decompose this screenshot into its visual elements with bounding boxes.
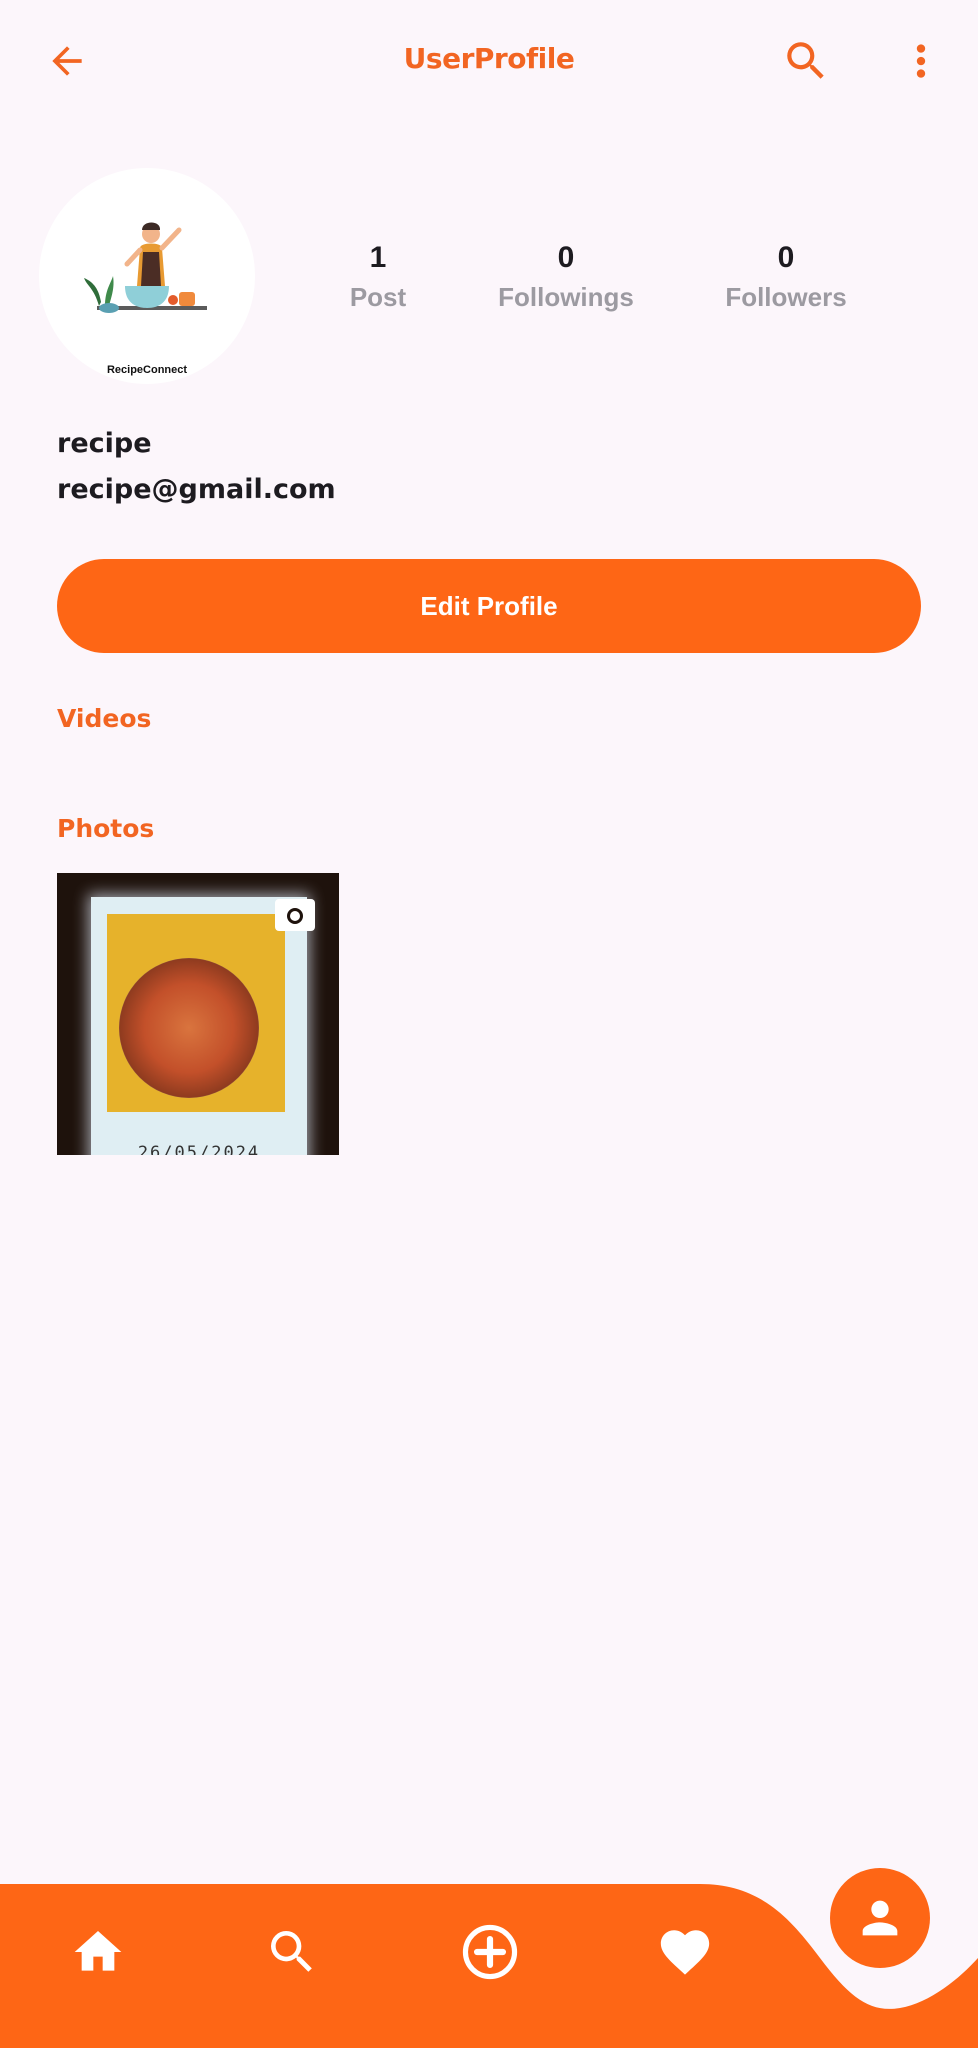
stat-followings-value: 0 xyxy=(557,241,575,274)
photo-date: 26/05/2024 xyxy=(137,1143,261,1155)
polaroid-frame: 26/05/2024 xyxy=(91,897,307,1155)
nav-profile[interactable] xyxy=(830,1868,930,1968)
stat-followings[interactable]: 0 Followings xyxy=(466,238,666,316)
edit-profile-button[interactable]: Edit Profile xyxy=(57,559,921,653)
stat-followers[interactable]: 0 Followers xyxy=(686,238,886,316)
email: recipe@gmail.com xyxy=(57,474,336,505)
stat-posts-label: Post xyxy=(349,282,407,312)
videos-section-title: Videos xyxy=(57,704,152,733)
bottom-nav xyxy=(0,1868,978,2048)
photo-image xyxy=(107,914,285,1112)
photos-section-title: Photos xyxy=(57,814,155,843)
heart-icon xyxy=(660,1930,710,1975)
more-vert-icon xyxy=(916,44,926,78)
search-icon xyxy=(787,42,824,79)
avatar-caption: RecipeConnect xyxy=(106,364,188,376)
search-icon xyxy=(271,1931,312,1972)
chef-logo xyxy=(84,222,207,313)
camera-icon xyxy=(275,899,315,931)
food-plate xyxy=(119,958,259,1098)
stat-followings-label: Followings xyxy=(498,282,634,312)
home-icon xyxy=(74,1931,122,1971)
stat-followers-value: 0 xyxy=(777,241,795,274)
person-icon xyxy=(862,1900,898,1936)
add-circle-icon xyxy=(462,1924,518,1980)
nav-add[interactable] xyxy=(454,1916,526,1988)
search-button[interactable] xyxy=(775,30,837,92)
username: recipe xyxy=(57,428,152,459)
nav-search[interactable] xyxy=(258,1918,326,1986)
stat-posts-value: 1 xyxy=(369,241,387,274)
avatar[interactable]: RecipeConnect xyxy=(39,168,255,384)
stat-posts[interactable]: 1 Post xyxy=(278,238,478,316)
app-bar: UserProfile xyxy=(0,0,978,125)
nav-favorites[interactable] xyxy=(651,1918,719,1986)
photo-thumbnail[interactable]: 26/05/2024 xyxy=(57,873,339,1155)
more-options-button[interactable] xyxy=(890,30,952,92)
stat-followers-label: Followers xyxy=(725,282,847,312)
nav-home[interactable] xyxy=(64,1918,132,1986)
